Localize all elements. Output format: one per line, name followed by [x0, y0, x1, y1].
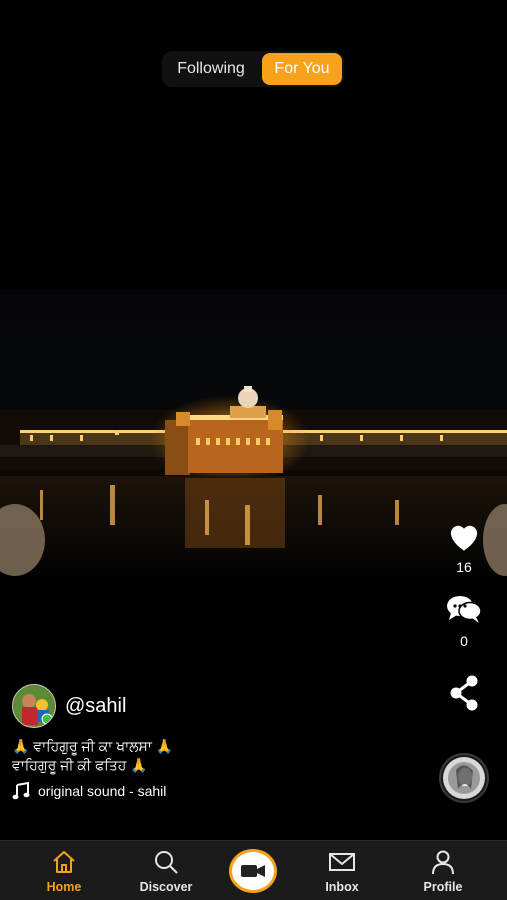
mail-icon — [329, 853, 355, 871]
nav-inbox[interactable]: Inbox — [302, 849, 382, 894]
home-icon — [53, 851, 75, 873]
person-icon — [432, 850, 454, 875]
feed-tabs: Following For You — [162, 51, 344, 87]
like-count: 16 — [456, 559, 472, 575]
sound-disc[interactable] — [439, 753, 489, 803]
nav-profile-label: Profile — [423, 880, 463, 894]
nav-home[interactable]: Home — [24, 849, 104, 894]
music-note-icon — [12, 782, 30, 800]
search-icon — [155, 851, 178, 874]
record-button[interactable] — [229, 849, 277, 893]
video-frame-image — [0, 386, 507, 576]
video-player[interactable] — [0, 290, 507, 576]
heart-icon — [450, 525, 478, 551]
sound-name: original sound - sahil — [38, 783, 167, 799]
bottom-tab-bar: Home Discover Inbox Profile — [0, 840, 507, 900]
nav-home-label: Home — [46, 880, 82, 894]
sound-disc-artwork — [443, 757, 485, 799]
author-username[interactable]: @sahil — [65, 695, 126, 718]
avatar[interactable] — [12, 684, 56, 728]
post-caption: 🙏 ਵਾਹਿਗੁਰੂ ਜੀ ਕਾ ਖਾਲਸਾ 🙏 ਵਾਹਿਗੁਰੂ ਜੀ ਕੀ … — [12, 738, 174, 773]
nav-discover[interactable]: Discover — [126, 849, 206, 894]
share-action[interactable] — [440, 674, 488, 717]
sound-row[interactable]: original sound - sahil — [12, 782, 166, 800]
like-action[interactable]: 16 — [440, 520, 488, 575]
tab-for-you[interactable]: For You — [262, 53, 342, 85]
video-camera-icon — [241, 865, 265, 877]
avatar-image — [13, 685, 55, 727]
comment-count: 0 — [460, 633, 468, 649]
comment-icon — [447, 596, 482, 623]
nav-inbox-label: Inbox — [325, 880, 359, 894]
share-icon — [450, 675, 478, 711]
author-row: @sahil — [12, 684, 126, 728]
nav-discover-label: Discover — [139, 880, 193, 894]
comment-action[interactable]: 0 — [440, 594, 488, 649]
tab-following[interactable]: Following — [162, 53, 260, 85]
nav-profile[interactable]: Profile — [403, 849, 483, 894]
